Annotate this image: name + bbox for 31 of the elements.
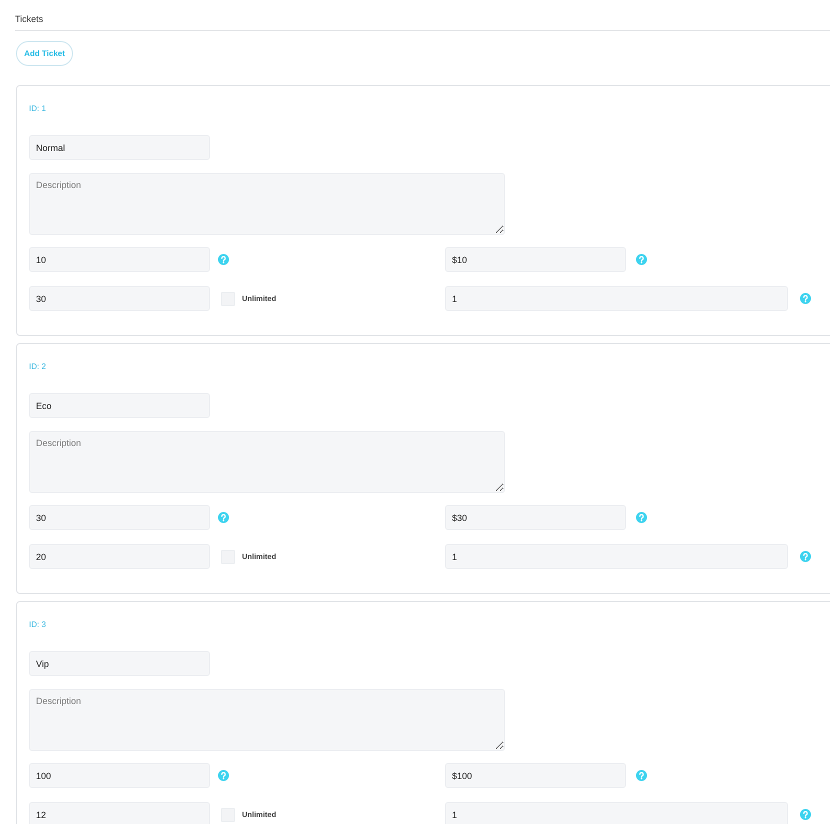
input-field[interactable]: 20 (29, 544, 210, 569)
ticket-id: ID: 1 (29, 104, 46, 114)
name-field[interactable]: Vip (29, 651, 210, 676)
help-icon[interactable] (800, 551, 811, 562)
input-field[interactable]: 100 (29, 763, 210, 788)
input-field[interactable]: 1 (445, 544, 788, 569)
name-field[interactable]: Eco (29, 393, 210, 418)
help-icon[interactable] (218, 512, 229, 523)
ticket-id: ID: 2 (29, 362, 46, 372)
ticket-id: ID: 3 (29, 620, 46, 630)
description-field[interactable]: Description (29, 431, 505, 493)
input-field[interactable]: 30 (29, 505, 210, 530)
description-field[interactable]: Description (29, 689, 505, 751)
help-icon[interactable] (636, 770, 647, 781)
help-icon[interactable] (800, 293, 811, 304)
input-field[interactable]: 1 (445, 286, 788, 311)
help-icon[interactable] (636, 512, 647, 523)
name-field[interactable]: Normal (29, 135, 210, 160)
section-title: Tickets (15, 13, 44, 25)
input-field[interactable]: 10 (29, 247, 210, 272)
input-field[interactable]: 1 (445, 802, 788, 824)
input-field[interactable]: 12 (29, 802, 210, 824)
input-field[interactable]: $10 (445, 247, 626, 272)
help-icon[interactable] (218, 770, 229, 781)
input-field[interactable]: 30 (29, 286, 210, 311)
input-field[interactable]: $100 (445, 763, 626, 788)
input-field[interactable]: $30 (445, 505, 626, 530)
help-icon[interactable] (800, 809, 811, 820)
description-field[interactable]: Description (29, 173, 505, 235)
help-icon[interactable] (218, 254, 229, 265)
help-icon[interactable] (636, 254, 647, 265)
